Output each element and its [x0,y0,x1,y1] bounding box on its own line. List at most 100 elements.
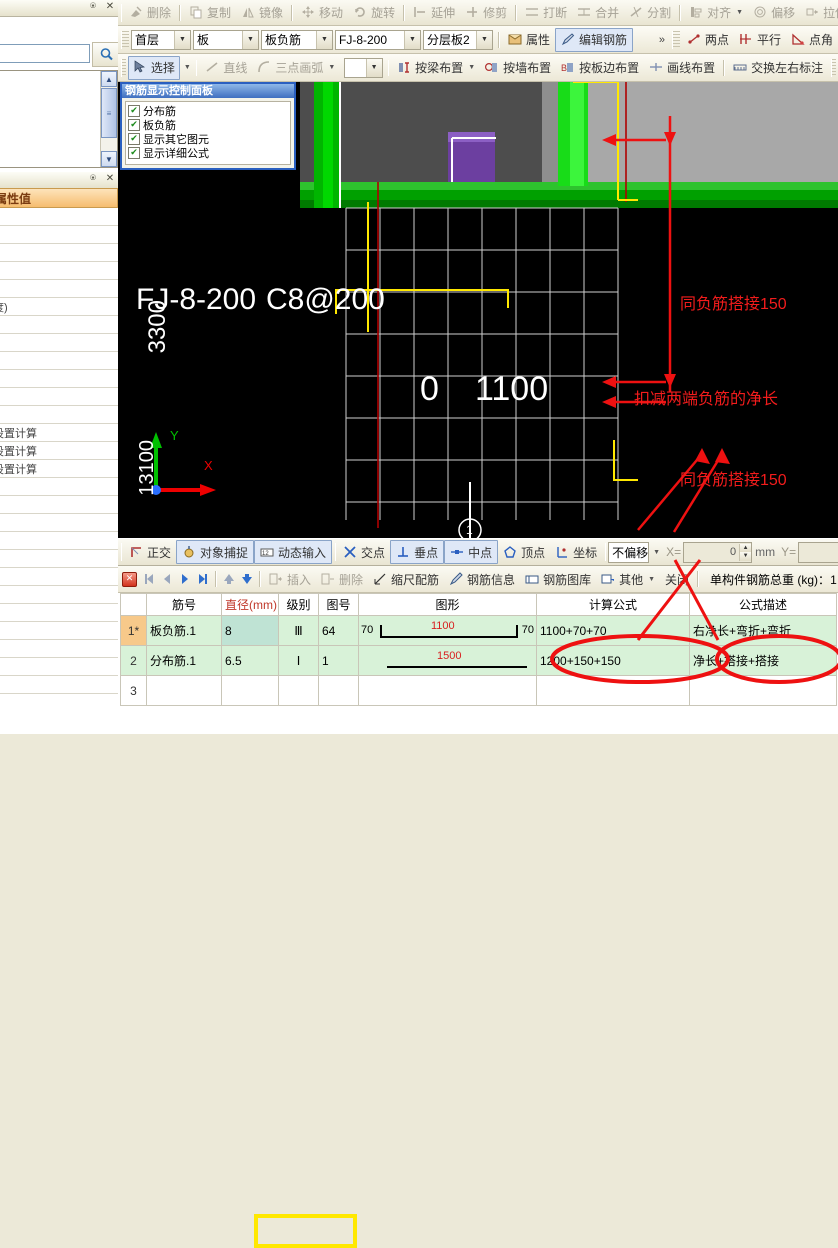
property-row[interactable] [0,370,119,388]
chevron-down-icon[interactable]: ▼ [476,30,492,49]
edit-tool-break[interactable]: 打断 [520,2,572,24]
snap-mode-ortho[interactable]: 正交 [124,541,176,563]
properties-grid[interactable]: 度))设置计算设置计算设置计算 [0,208,119,708]
column-header[interactable]: 图号 [318,593,359,616]
chevron-down-icon[interactable]: ▼ [404,30,420,49]
checkbox-icon[interactable]: ✔ [128,147,140,159]
property-row[interactable] [0,550,119,568]
editor-scale-rebar-button[interactable]: 缩尺配筋 [368,568,444,590]
property-row[interactable] [0,586,119,604]
edit-tool-eraser[interactable]: 删除 [124,2,176,24]
column-header[interactable]: 筋号 [146,593,222,616]
edit-tool-merge[interactable]: 合并 [572,2,624,24]
red-close-icon[interactable]: ✕ [122,571,137,587]
cell-description[interactable]: 净长+搭接+搭接 [689,645,837,676]
property-row[interactable] [0,604,119,622]
toolbar-grip[interactable] [121,543,122,561]
snap-point-intersection[interactable]: 交点 [338,541,390,563]
chevron-down-icon[interactable]: ▼ [242,30,258,49]
column-header[interactable]: 公式描述 [689,593,837,616]
cell-grade[interactable]: Ⅲ [278,615,319,646]
table-row[interactable]: 2 分布筋.1 6.5 Ⅰ 1 1500 1200+150+150 净长+搭接+搭接 [120,645,837,676]
snap-point-midpoint[interactable]: 中点 [444,540,499,564]
chevron-double-right-icon[interactable]: » [655,34,669,46]
property-row[interactable]: 设置计算 [0,460,119,478]
cell-formula[interactable]: 1100+70+70 [536,615,690,646]
rebar-option-1[interactable]: ✔ 板负筋 [128,118,288,132]
checkbox-icon[interactable]: ✔ [128,119,140,131]
search-result-list[interactable]: ▲ ≡ ▼ [0,70,118,168]
edit-tool-extend[interactable]: 延伸 [408,2,460,24]
nav-button-edit-rebar[interactable]: 编辑钢筋 [555,27,634,52]
editor-rebar-library-button[interactable]: 钢筋图库 [520,568,596,590]
table-row[interactable]: 1* 板负筋.1 8 Ⅲ 64 70 1100 70 1100+70+70 右净长+弯折+弯折 [120,615,837,646]
property-row[interactable]: 设置计算 [0,442,119,460]
property-row[interactable] [0,388,119,406]
edit-tool-rotate[interactable]: 旋转 [348,2,400,24]
property-row[interactable] [0,676,119,694]
offset-mode-caret-icon[interactable]: ▼ [653,549,660,556]
snap-point-vertex[interactable]: 顶点 [498,541,550,563]
edit-tool-split[interactable]: 分割 [624,2,676,24]
rebar-display-panel[interactable]: 钢筋显示控制面板 ✔ 分布筋 ✔ 板负筋 ✔ 显示其它图元 ✔ 显示详细公式 [120,82,296,170]
offset-mode-combo[interactable]: 不偏移 [608,541,650,563]
nav-button-properties[interactable]: 属性 [503,29,555,51]
row-index[interactable]: 1* [120,615,147,646]
combo-category[interactable]: 板 ▼ [193,29,259,50]
search-button[interactable] [92,42,120,67]
chevron-down-icon[interactable]: ▼ [328,64,335,71]
pin-icon[interactable]: ⍟ [87,1,99,13]
snap-point-perpendicular[interactable]: 垂点 [390,540,445,564]
cell-grade[interactable] [278,675,319,706]
property-row[interactable] [0,280,119,298]
x-offset-field[interactable]: 0 ▲ ▼ [683,541,753,563]
measure-tool-point-angle[interactable]: 点角 [786,29,838,51]
next-record[interactable] [176,570,194,588]
property-row[interactable] [0,622,119,640]
toolbar-grip[interactable] [335,543,337,561]
arc-style-combo[interactable]: ▼ [344,57,383,78]
edit-tool-stretch[interactable]: 拉伸 [800,2,838,24]
property-row[interactable] [0,496,119,514]
editor-close-button[interactable]: 关闭 [660,568,694,590]
toolbar-grip[interactable] [605,543,607,561]
column-header[interactable] [120,593,147,616]
column-header[interactable]: 图形 [358,593,537,616]
combo-member[interactable]: FJ-8-200 ▼ [335,29,421,50]
column-header[interactable]: 计算公式 [536,593,690,616]
search-input[interactable] [0,44,90,63]
rebar-grid[interactable]: 筋号 直径(mm) 级别 图号 图形 计算公式 公式描述 1* 板负筋.1 8 Ⅲ 64 70 1100… [120,593,837,734]
cell-formula[interactable] [536,675,690,706]
select-tool-caret[interactable]: ▼ [180,57,193,79]
row-index[interactable]: 3 [120,675,147,706]
draw-tool-line[interactable]: 直线 [200,57,252,79]
cell-shape-no[interactable]: 64 [318,615,359,646]
property-row[interactable] [0,640,119,658]
edit-tool-trim[interactable]: 修剪 [460,2,512,24]
edit-tool-mirror[interactable]: 镜像 [236,2,288,24]
pin-icon[interactable]: ⍟ [87,173,99,185]
property-row[interactable]: 设置计算 [0,424,119,442]
row-index[interactable]: 2 [120,645,147,676]
cell-description[interactable]: 右净长+弯折+弯折 [689,615,837,646]
chevron-down-icon[interactable]: ▼ [174,30,190,49]
property-row[interactable] [0,658,119,676]
property-row[interactable]: ) [0,352,119,370]
property-row[interactable] [0,226,119,244]
prev-record[interactable] [158,570,176,588]
scrollbar-thumb[interactable]: ≡ [101,88,117,138]
close-icon[interactable]: ✕ [104,173,116,185]
chevron-down-icon[interactable]: ▼ [648,576,655,583]
scroll-down-icon[interactable]: ▼ [101,151,117,167]
layout-tool-slab-edge-layout[interactable]: B 按板边布置 [556,57,644,79]
property-row[interactable]: 度) [0,298,119,316]
rebar-option-0[interactable]: ✔ 分布筋 [128,104,288,118]
column-header[interactable]: 直径(mm) [221,593,279,616]
property-row[interactable] [0,568,119,586]
layout-tool-draw-line-layout[interactable]: 画线布置 [644,57,720,79]
property-row[interactable] [0,334,119,352]
editor-other-button[interactable]: 其他 ▼ [596,568,660,590]
property-row[interactable] [0,478,119,496]
rebar-table-body[interactable]: 1* 板负筋.1 8 Ⅲ 64 70 1100 70 1100+70+70 右净长+弯折+弯折 2 分… [120,615,837,706]
close-icon[interactable]: ✕ [104,1,116,13]
